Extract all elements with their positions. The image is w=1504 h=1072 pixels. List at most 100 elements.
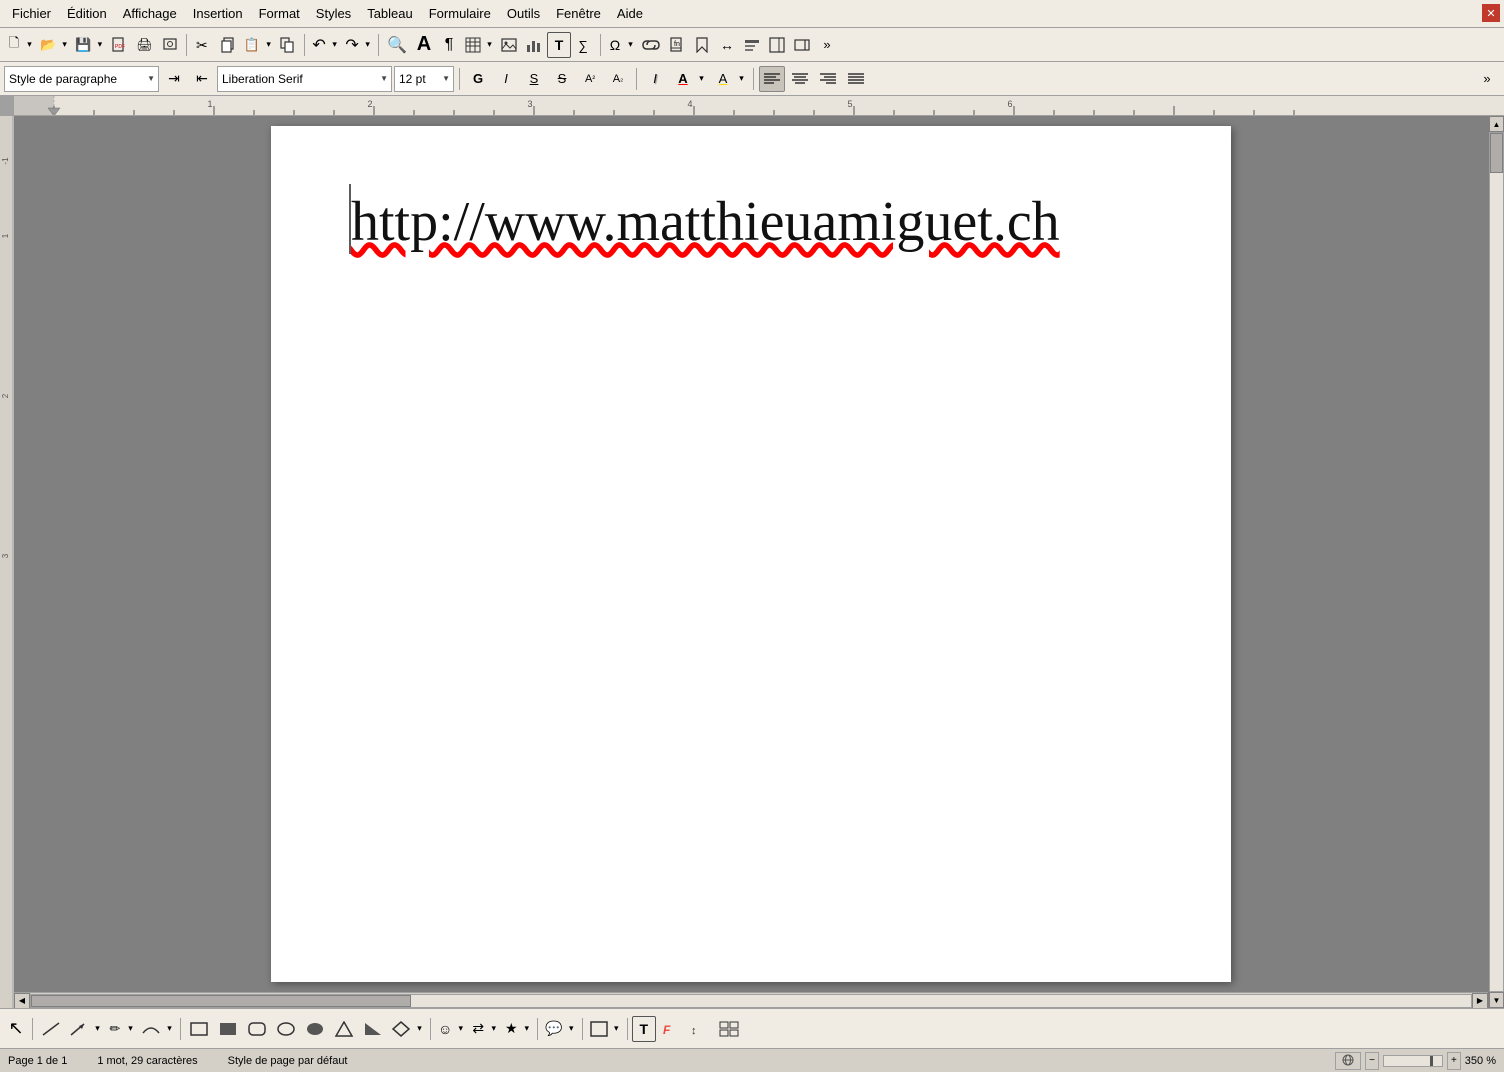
draw-star-button[interactable]: ★ [501, 1016, 521, 1042]
draw-line-arrow-dropdown[interactable]: ▾ [92, 1016, 104, 1042]
draw-select-button[interactable]: ↖ [4, 1016, 28, 1042]
zoom-slider[interactable] [1383, 1055, 1443, 1067]
table-arrow[interactable]: ▾ [484, 32, 496, 58]
zoom-slider-thumb[interactable] [1430, 1056, 1433, 1066]
footnote-button[interactable]: fn [665, 32, 689, 58]
save-button[interactable]: 💾 [72, 32, 94, 58]
draw-freehand-button[interactable]: ✏ [105, 1016, 125, 1042]
draw-rect-outline-button[interactable] [185, 1016, 213, 1042]
menu-insertion[interactable]: Insertion [185, 3, 251, 24]
draw-diamond-dropdown[interactable]: ▾ [414, 1016, 426, 1042]
vscroll-thumb[interactable] [1490, 133, 1503, 173]
scroll-down-button[interactable]: ▼ [1489, 992, 1504, 1008]
export-pdf-button[interactable]: PDF [107, 32, 131, 58]
formula-button[interactable]: ∑ [572, 32, 596, 58]
crossref-button[interactable]: ↔ [715, 32, 739, 58]
undo-arrow[interactable]: ▾ [329, 32, 341, 58]
copy-button[interactable] [216, 32, 240, 58]
undo-button[interactable]: ↶ [309, 32, 329, 58]
paragraph-style-selector[interactable]: Style de paragraphe [4, 66, 159, 92]
shadow-italic-button[interactable]: I [642, 66, 668, 92]
draw-flowchart-button[interactable] [587, 1016, 611, 1042]
paste-arrow[interactable]: ▾ [263, 32, 275, 58]
navigator-button[interactable] [740, 32, 764, 58]
menu-outils[interactable]: Outils [499, 3, 548, 24]
draw-triangle-button[interactable] [330, 1016, 358, 1042]
new-button[interactable]: 🗋 [4, 32, 24, 58]
table-button[interactable] [462, 32, 484, 58]
draw-ellipse-button[interactable] [272, 1016, 300, 1042]
close-button[interactable]: ✕ [1482, 4, 1500, 22]
redo-button[interactable]: ↷ [342, 32, 362, 58]
align-left-button[interactable] [759, 66, 785, 92]
redo-arrow[interactable]: ▾ [362, 32, 374, 58]
menu-formulaire[interactable]: Formulaire [421, 3, 499, 24]
bold-button[interactable]: G [465, 66, 491, 92]
increase-indent-button[interactable]: ⇥ [161, 66, 187, 92]
scroll-right-button[interactable]: ▶ [1472, 993, 1488, 1009]
hscroll-thumb[interactable] [31, 995, 411, 1007]
draw-rect-filled-button[interactable] [214, 1016, 242, 1042]
align-center-button[interactable] [787, 66, 813, 92]
paste-button[interactable]: 📋 [241, 32, 263, 58]
zoom-button[interactable]: 🔍 [383, 32, 411, 58]
font-size-select[interactable]: 12 pt [394, 66, 454, 92]
preview-button[interactable] [158, 32, 182, 58]
menu-fichier[interactable]: Fichier [4, 3, 59, 24]
draw-star-dropdown[interactable]: ▾ [521, 1016, 533, 1042]
draw-diamond-button[interactable] [388, 1016, 414, 1042]
sidebar-button[interactable] [765, 32, 789, 58]
language-button[interactable] [1335, 1052, 1361, 1070]
draw-rect-rounded-button[interactable] [243, 1016, 271, 1042]
font-color-arrow[interactable]: ▾ [696, 66, 708, 92]
scroll-left-button[interactable]: ◀ [14, 993, 30, 1009]
justify-button[interactable] [843, 66, 869, 92]
highlight-button[interactable]: A [710, 66, 736, 92]
print-button[interactable]: 🖨 [132, 32, 157, 58]
page-scroll-area[interactable]: http://www.matthieuamiguet.ch [14, 116, 1488, 992]
zoom-increase-button[interactable]: + [1447, 1052, 1461, 1070]
menu-format[interactable]: Format [251, 3, 308, 24]
cut-button[interactable]: ✂ [191, 32, 215, 58]
draw-callout-button[interactable]: 💬 [542, 1016, 565, 1042]
menu-aide[interactable]: Aide [609, 3, 651, 24]
special-chars-button[interactable]: Ω [605, 32, 625, 58]
link-button[interactable] [638, 32, 664, 58]
textbox-button[interactable]: T [547, 32, 571, 58]
underline-button[interactable]: S [521, 66, 547, 92]
align-right-button[interactable] [815, 66, 841, 92]
subscript-button[interactable]: A₂ [605, 66, 631, 92]
superscript-button[interactable]: A² [577, 66, 603, 92]
menu-edition[interactable]: Édition [59, 3, 115, 24]
font-selector[interactable]: Liberation Serif [217, 66, 392, 92]
draw-fontwork-cursor-button[interactable]: ↕ [686, 1016, 714, 1042]
draw-callout-dropdown[interactable]: ▾ [566, 1016, 578, 1042]
save-arrow[interactable]: ▾ [94, 32, 106, 58]
extension-button[interactable]: » [815, 32, 839, 58]
strikethrough-button[interactable]: S [549, 66, 575, 92]
draw-ellipse-filled-button[interactable] [301, 1016, 329, 1042]
highlight-arrow[interactable]: ▾ [736, 66, 748, 92]
special-chars-arrow[interactable]: ▾ [625, 32, 637, 58]
menu-tableau[interactable]: Tableau [359, 3, 421, 24]
draw-horiz-arrow-dropdown[interactable]: ▾ [488, 1016, 500, 1042]
zoom-decrease-button[interactable]: − [1365, 1052, 1379, 1070]
draw-line-button[interactable] [37, 1016, 65, 1042]
horizontal-scrollbar[interactable]: ◀ ▶ [14, 992, 1488, 1008]
format-marks-button[interactable]: ¶ [437, 32, 461, 58]
chart-button[interactable] [522, 32, 546, 58]
toolbar2-more-button[interactable]: » [1474, 66, 1500, 92]
draw-symbols-dropdown[interactable]: ▾ [455, 1016, 467, 1042]
sidebar-toggle-button[interactable] [790, 32, 814, 58]
decrease-indent-button[interactable]: ⇤ [189, 66, 215, 92]
vertical-scrollbar[interactable]: ▲ ▼ [1488, 116, 1504, 1008]
draw-line-arrow-button[interactable] [66, 1016, 92, 1042]
font-size-selector[interactable]: 12 pt [394, 66, 454, 92]
document-content[interactable]: http://www.matthieuamiguet.ch [351, 186, 1151, 259]
font-select[interactable]: Liberation Serif [217, 66, 392, 92]
image-button[interactable] [497, 32, 521, 58]
draw-right-triangle-button[interactable] [359, 1016, 387, 1042]
open-button[interactable]: 📂 [37, 32, 59, 58]
draw-horiz-arrow-button[interactable]: ⇄ [468, 1016, 488, 1042]
bookmark-button[interactable] [690, 32, 714, 58]
